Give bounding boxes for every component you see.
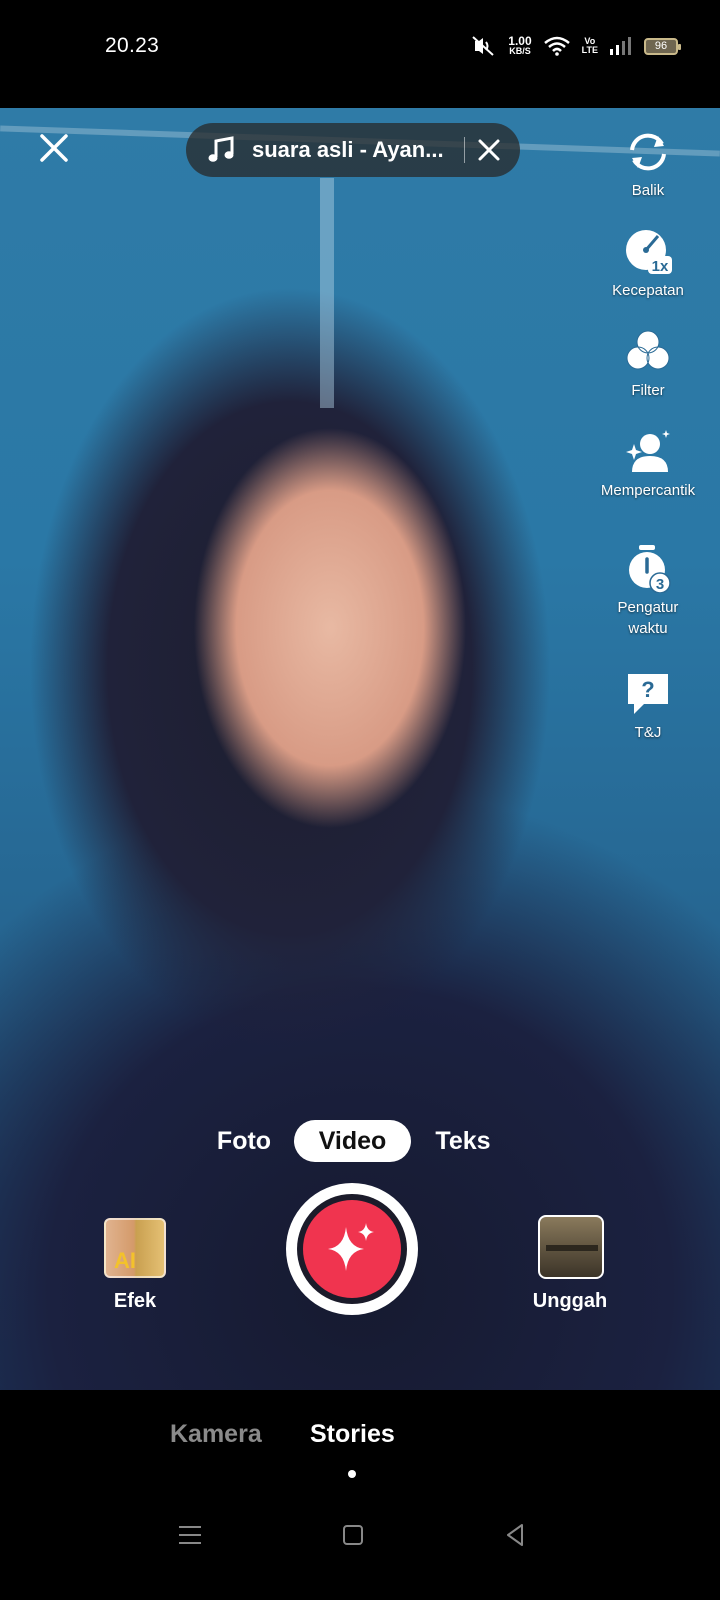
filter-label: Filter [631, 382, 665, 399]
volte-bottom: LTE [581, 45, 598, 55]
music-note-icon [208, 136, 234, 162]
mode-text[interactable]: Teks [424, 1120, 502, 1162]
flip-camera-icon [630, 133, 666, 171]
battery-indicator: 96 [644, 37, 681, 55]
speed-label: Kecepatan [612, 282, 684, 299]
net-speed: 1.00 KB/S [508, 34, 532, 56]
menu-icon[interactable] [175, 1520, 205, 1550]
close-button[interactable] [36, 130, 72, 166]
flip-camera-button[interactable]: Balik [588, 128, 708, 201]
beautify-label: Mempercantik [600, 482, 696, 499]
mode-video[interactable]: Video [294, 1120, 411, 1162]
speed-badge: 1x [652, 258, 669, 275]
record-button-ring [297, 1194, 407, 1304]
qa-button[interactable]: ? T&J [588, 670, 708, 743]
background-pole [320, 178, 334, 408]
svg-text:?: ? [641, 677, 654, 702]
wifi-icon [543, 36, 570, 56]
effects-label: Efek [113, 1290, 157, 1312]
effects-thumb-text: AI [114, 1248, 136, 1273]
filter-icon [626, 330, 670, 370]
record-button[interactable] [286, 1183, 418, 1315]
timer-label-line1: Pengatur [617, 599, 679, 616]
upload-thumbnail [546, 1245, 598, 1251]
speed-button[interactable]: 1x Kecepatan [588, 228, 708, 301]
record-button-core [303, 1200, 401, 1298]
timer-label-line2: waktu [628, 620, 668, 637]
beautify-icon [626, 430, 670, 472]
speed-icon: 1x [626, 230, 672, 275]
capture-mode-selector: Foto Video Teks [0, 1120, 720, 1162]
music-title: suara asli - Ayan... [252, 137, 444, 162]
timer-icon: 3 [629, 545, 671, 593]
net-speed-unit: KB/S [509, 46, 531, 56]
signal-icon [610, 37, 631, 55]
sparkle-icon [328, 1223, 374, 1271]
camera-tabs: Kamera Stories [0, 1390, 720, 1500]
net-speed-value: 1.00 [508, 34, 532, 48]
music-divider [464, 137, 465, 163]
back-icon[interactable] [500, 1520, 530, 1550]
mode-photo[interactable]: Foto [204, 1120, 284, 1162]
timer-button[interactable]: 3 Pengatur waktu [588, 545, 708, 639]
upload-label: Unggah [532, 1290, 608, 1312]
mute-icon [472, 36, 494, 56]
active-tab-indicator [348, 1470, 356, 1478]
flip-label: Balik [631, 182, 665, 199]
remove-music-button[interactable] [476, 137, 502, 163]
system-navigation-bar [0, 1500, 720, 1600]
music-selector[interactable]: suara asli - Ayan... [186, 123, 520, 177]
timer-badge: 3 [656, 576, 664, 593]
home-icon[interactable] [338, 1520, 368, 1550]
question-bubble-icon: ? [628, 674, 668, 714]
upload-button[interactable] [538, 1215, 604, 1279]
effects-button[interactable]: AI [104, 1218, 166, 1278]
beautify-button[interactable]: Mempercantik [592, 428, 704, 501]
qa-label: T&J [634, 724, 662, 741]
status-time: 20.23 [105, 34, 160, 57]
status-icons: 1.00 KB/S Vo LTE 96 [470, 32, 681, 60]
tab-camera[interactable]: Kamera [170, 1420, 262, 1449]
status-bar: 20.23 1.00 KB/S Vo LTE 96 [0, 0, 720, 108]
tab-stories[interactable]: Stories [310, 1420, 395, 1449]
filter-button[interactable]: Filter [588, 328, 708, 401]
volte-indicator: Vo LTE [582, 37, 598, 55]
